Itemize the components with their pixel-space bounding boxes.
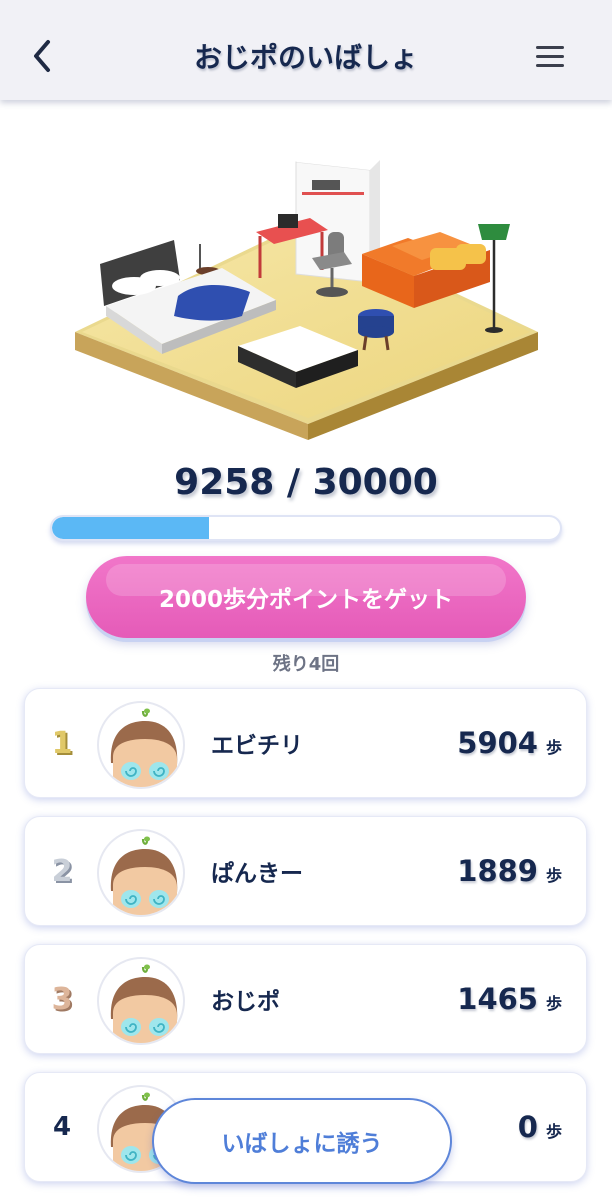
member-name: ぱんきー — [211, 861, 303, 887]
step-unit: 歩 — [545, 738, 562, 757]
step-count: 0 — [517, 1110, 538, 1144]
ranking-card[interactable]: 2 ぱんきー 1889 歩 — [24, 816, 587, 926]
step-unit: 歩 — [545, 994, 562, 1013]
progress-bar-fill — [52, 517, 209, 539]
member-name: おじポ — [211, 989, 280, 1015]
header-bar: おじポのいばしょ — [0, 0, 612, 100]
step-progress-text: 9258 / 30000 — [0, 462, 612, 503]
hamburger-menu-icon — [536, 46, 564, 67]
get-points-label: 2000歩分ポイントをゲット — [158, 587, 453, 613]
member-name: エビチリ — [211, 733, 303, 759]
back-button[interactable] — [22, 34, 66, 78]
room-illustration — [75, 154, 538, 440]
invite-button[interactable]: いばしょに誘う — [152, 1098, 452, 1184]
invite-label: いばしょに誘う — [221, 1131, 383, 1157]
step-unit: 歩 — [545, 866, 562, 885]
member-steps: 0歩 — [518, 1073, 562, 1181]
current-steps: 9258 — [174, 462, 275, 503]
chevron-left-icon — [34, 40, 50, 72]
avatar — [97, 829, 185, 917]
member-steps: 5904 歩 — [457, 689, 562, 797]
menu-button[interactable] — [526, 38, 574, 78]
avatar — [97, 957, 185, 1045]
step-count: 1465 — [457, 982, 538, 1016]
rank-number: 2 — [51, 853, 73, 889]
member-steps: 1889 歩 — [457, 817, 562, 925]
ranking-card[interactable]: 3 おじポ 1465 歩 — [24, 944, 587, 1054]
rank-number: 1 — [51, 725, 73, 761]
page-title: おじポのいばしょ — [193, 41, 418, 74]
goal-steps: 30000 — [312, 462, 438, 503]
remaining-count: 残り4回 — [272, 654, 340, 675]
member-steps: 1465 歩 — [457, 945, 562, 1053]
rank-number: 3 — [51, 981, 73, 1017]
ranking-card[interactable]: 1 エビチリ 5904 歩 — [24, 688, 587, 798]
get-points-button[interactable]: 2000歩分ポイントをゲット — [86, 556, 526, 638]
progress-bar — [50, 515, 562, 541]
step-count: 1889 — [457, 854, 538, 888]
rank-number: 4 — [52, 1112, 72, 1142]
avatar — [97, 701, 185, 789]
step-unit: 歩 — [545, 1122, 562, 1141]
progress-separator: / — [274, 462, 313, 503]
step-count: 5904 — [457, 726, 538, 760]
